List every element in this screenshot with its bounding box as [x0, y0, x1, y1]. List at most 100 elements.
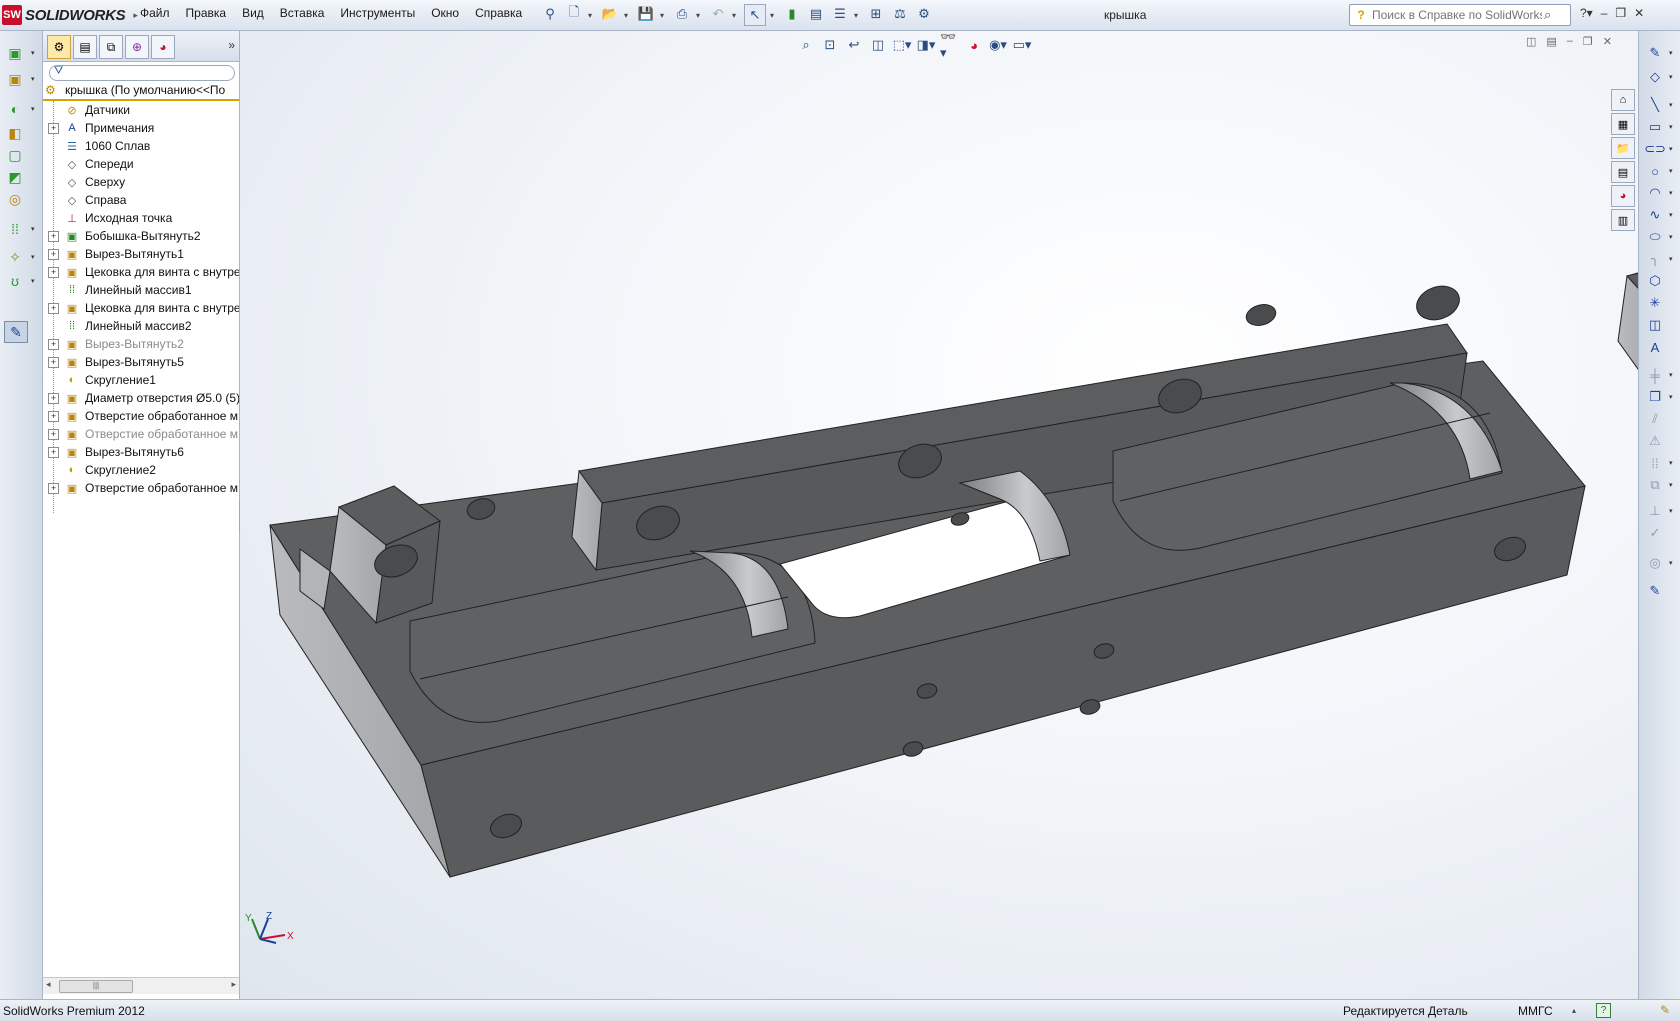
curves-tool-icon[interactable]: ʊ ▾	[4, 271, 35, 291]
linear-pattern-tool-icon[interactable]: ⁞⁞ ▾	[4, 219, 34, 239]
search-magnifier-icon[interactable]: ⌕	[1544, 7, 1551, 23]
rapid-sketch-icon[interactable]: ✎	[1645, 581, 1665, 601]
slot-icon[interactable]: ⊂⊃ ▾	[1644, 139, 1672, 159]
cut-extrude-tool-icon[interactable]: ▣ ▾	[4, 69, 34, 89]
repair-sketch-icon[interactable]: ✓	[1645, 523, 1665, 543]
pin-icon[interactable]: ⚲	[540, 4, 560, 24]
tree-item[interactable]: + ▣ Диаметр отверстия Ø5.0 (5):	[43, 389, 239, 407]
open-dropdown-icon[interactable]: ▾	[624, 4, 632, 26]
expand-plus-icon[interactable]: +	[48, 447, 59, 458]
undo-icon[interactable]: ↶	[708, 4, 728, 24]
expand-tabs-icon[interactable]: »	[228, 38, 235, 52]
spline-icon[interactable]: ∿ ▾	[1645, 205, 1673, 225]
expand-plus-icon[interactable]: +	[48, 303, 59, 314]
rebuild-traffic-light-icon[interactable]: ▮	[782, 4, 802, 24]
point-icon[interactable]: ✳	[1645, 293, 1665, 313]
circle-icon[interactable]: ○ ▾	[1645, 161, 1672, 181]
file-explorer-icon[interactable]: 📁	[1611, 137, 1635, 159]
help-search-input[interactable]	[1370, 7, 1544, 23]
tree-item[interactable]: + A Примечания	[43, 119, 239, 137]
menu-file[interactable]: Файл	[140, 6, 170, 20]
graphics-area[interactable]: ⌕ ⊡ ↩ ◫ ⬚▾ ◨▾ 👓▾ ◕ ◉▾ ▭▾ ◫ ▤ – ❐ ✕ X Y Z	[240, 31, 1638, 999]
rectangle-icon[interactable]: ▭ ▾	[1645, 117, 1673, 137]
tree-item[interactable]: + ▣ Отверстие обработанное м	[43, 407, 239, 425]
print-icon[interactable]: ⎙	[672, 4, 692, 24]
sketch-icon[interactable]: ✎ ▾	[1645, 43, 1673, 63]
convert-entities-icon[interactable]: ⫽	[1645, 409, 1665, 429]
mirror-icon[interactable]: ⚠	[1645, 431, 1665, 451]
expand-plus-icon[interactable]: +	[48, 393, 59, 404]
tab-property-manager[interactable]: ▤	[73, 35, 97, 59]
centerline-icon[interactable]: ◫	[1645, 315, 1665, 335]
tree-root-part[interactable]: ⚙ крышка (По умолчанию<<По	[43, 81, 239, 101]
expand-plus-icon[interactable]: +	[48, 483, 59, 494]
offset-icon[interactable]: ❐ ▾	[1645, 387, 1672, 407]
ellipse-icon[interactable]: ⬭ ▾	[1645, 227, 1672, 247]
units-dropdown-icon[interactable]: ▴	[1572, 1006, 1576, 1015]
scroll-right-arrow-icon[interactable]: ▸	[231, 979, 236, 990]
tree-item[interactable]: ⁞⁞ Линейный массив2	[43, 317, 239, 335]
menu-tools[interactable]: Инструменты	[340, 6, 415, 20]
rib-tool-icon[interactable]: ◧	[4, 123, 26, 143]
draft-tool-icon[interactable]: ◩	[4, 167, 26, 187]
tree-item[interactable]: ◇ Сверху	[43, 173, 239, 191]
measure-icon[interactable]: ⊞	[866, 4, 886, 24]
minimize-icon[interactable]: –	[1601, 6, 1608, 20]
hole-wizard-tool-icon[interactable]: ◎	[4, 189, 26, 209]
tab-dimxpert-manager[interactable]: ⊕	[125, 35, 149, 59]
menu-help[interactable]: Справка	[475, 6, 522, 20]
tree-item[interactable]: ◇ Справа	[43, 191, 239, 209]
tree-item[interactable]: + ▣ Цековка для винта с внутре	[43, 263, 239, 281]
expand-plus-icon[interactable]: +	[48, 123, 59, 134]
polygon-icon[interactable]: ⬡	[1645, 271, 1665, 291]
shell-tool-icon[interactable]: ▢	[4, 145, 26, 165]
expand-plus-icon[interactable]: +	[48, 339, 59, 350]
logo-menu-arrow-icon[interactable]: ▸	[133, 10, 138, 21]
tree-item[interactable]: ◐ Скругление2	[43, 461, 239, 479]
text-icon[interactable]: A	[1645, 337, 1665, 357]
expand-plus-icon[interactable]: +	[48, 249, 59, 260]
tree-item[interactable]: ◇ Спереди	[43, 155, 239, 173]
save-dropdown-icon[interactable]: ▾	[660, 4, 668, 26]
tree-item[interactable]: + ▣ Вырез-Вытянуть1	[43, 245, 239, 263]
print-dropdown-icon[interactable]: ▾	[696, 4, 704, 26]
fillet-tool-icon[interactable]: ◐ ▾	[4, 99, 35, 119]
expand-plus-icon[interactable]: +	[48, 267, 59, 278]
file-properties-icon[interactable]: ▤	[806, 4, 826, 24]
mass-properties-icon[interactable]: ⚖	[890, 4, 910, 24]
tree-item[interactable]: + ▣ Отверстие обработанное м	[43, 479, 239, 497]
arc-icon[interactable]: ◠ ▾	[1645, 183, 1672, 203]
new-document-icon[interactable]: 🗋	[564, 4, 584, 24]
view-palette-icon[interactable]: ▤	[1611, 161, 1635, 183]
expand-plus-icon[interactable]: +	[48, 357, 59, 368]
solidworks-resources-icon[interactable]: ⌂	[1611, 89, 1635, 111]
menu-view[interactable]: Вид	[242, 6, 264, 20]
tree-horizontal-scrollbar[interactable]: ◂ ||| ▸	[43, 977, 239, 994]
open-folder-icon[interactable]: 📂	[600, 4, 620, 24]
select-cursor-icon[interactable]: ↖	[744, 4, 766, 26]
move-entities-icon[interactable]: ⧉ ▾	[1645, 475, 1672, 495]
tab-display-manager[interactable]: ◕	[151, 35, 175, 59]
select-dropdown-icon[interactable]: ▾	[770, 4, 778, 26]
tree-item[interactable]: ☰ 1060 Сплав	[43, 137, 239, 155]
scroll-left-arrow-icon[interactable]: ◂	[46, 979, 51, 990]
line-icon[interactable]: ╲ ▾	[1645, 95, 1672, 115]
solidworks-logo[interactable]: SW SOLIDWORKS ▸	[2, 4, 138, 26]
save-icon[interactable]: 💾	[636, 4, 656, 24]
reference-geometry-tool-icon[interactable]: ✧ ▾	[4, 247, 34, 267]
tree-item[interactable]: + ▣ Вырез-Вытянуть6	[43, 443, 239, 461]
appearances-icon[interactable]: ◕	[1611, 185, 1635, 207]
part-model[interactable]: X Y Z	[240, 31, 1638, 999]
quick-snaps-icon[interactable]: ◎ ▾	[1645, 553, 1672, 573]
scroll-thumb[interactable]: |||	[59, 980, 133, 993]
options-list-icon[interactable]: ☰	[830, 4, 850, 24]
close-icon[interactable]: ✕	[1634, 6, 1644, 20]
fillet-sketch-icon[interactable]: ╮ ▾	[1645, 249, 1672, 269]
simulation-icon[interactable]: ⚙	[914, 4, 934, 24]
pattern-icon[interactable]: ⁞⁞ ▾	[1645, 453, 1672, 473]
boss-extrude-tool-icon[interactable]: ▣ ▾	[4, 43, 34, 63]
tab-feature-tree[interactable]: ⚙	[47, 35, 71, 59]
rebuild-status-icon[interactable]: ✎	[1660, 1003, 1670, 1017]
custom-properties-icon[interactable]: ▥	[1611, 209, 1635, 231]
tree-item[interactable]: + ▣ Бобышка-Вытянуть2	[43, 227, 239, 245]
